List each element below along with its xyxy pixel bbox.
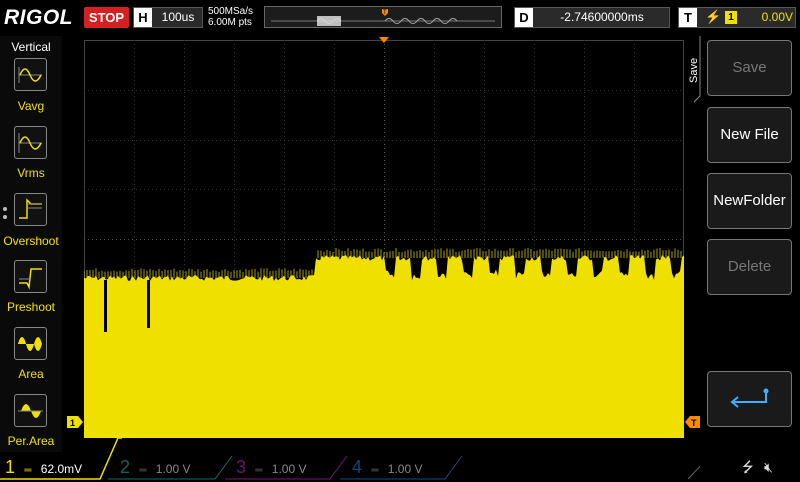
trigger-level: 0.00V [761,10,793,24]
coupling-icon: ═ [371,465,379,476]
vavg-label: Vavg [17,99,45,113]
delay-label: D [515,8,533,27]
svg-text:T: T [691,418,697,428]
trigger-label: T [679,8,697,27]
svg-text:1: 1 [70,418,75,428]
memory-depth: 6.00M pts [208,17,252,28]
overshoot-label: Overshoot [3,234,59,248]
memory-overview-waveform: T [265,7,501,27]
channel-1-scale: 62.0mV [40,462,83,476]
svg-text:T: T [383,10,387,16]
per-area-button[interactable] [14,394,47,427]
trigger-box[interactable]: T ⚡ 1 0.00V [678,7,796,28]
channel-2-number: 2 [120,457,131,477]
delay-box[interactable]: D -2.74600000ms [514,7,670,28]
channel-3-number: 3 [236,457,247,477]
sample-rate: 500MSa/s [208,6,254,17]
top-status-bar: RIGOL STOP H 100us 500MSa/s 6.00M pts T … [0,0,800,36]
channel-1-number: 1 [5,457,16,477]
preshoot-measure-icon [19,268,42,290]
channel-tabs-outline [0,438,700,480]
trigger-time-marker-icon [379,37,389,43]
period-area-measure-icon [18,404,43,418]
brand-logo: RIGOL [4,6,73,29]
menu-tab-frame [693,36,701,103]
rising-edge-icon: ⚡ [705,9,722,24]
overshoot-measure-icon [19,198,42,219]
new-file-button[interactable]: New File [707,107,792,163]
preshoot-label: Preshoot [6,300,56,314]
area-label: Area [18,367,44,381]
waveform-display[interactable] [83,40,684,438]
page-dot [3,207,7,211]
area-measure-icon [18,337,42,351]
overshoot-button[interactable] [14,193,47,226]
channel-3-scale: 1.00 V [271,462,307,476]
timebase-value: 100us [161,10,195,24]
trigger-source-channel: 1 [725,11,737,24]
channel-1-tab[interactable]: 1 ═ 62.0mV [5,456,82,478]
memory-overview-strip[interactable]: T [264,6,502,28]
new-folder-button[interactable]: NewFolder [707,173,792,229]
timebase-box[interactable]: H 100us [133,7,203,28]
coupling-icon: ═ [255,465,263,476]
waveform-grid [83,40,684,438]
measure-category-title: Vertical [11,40,51,54]
channel-4-scale: 1.00 V [387,462,423,476]
return-arrow-icon [730,388,769,408]
area-button[interactable] [14,327,47,360]
timebase-label: H [134,8,152,27]
delete-button[interactable]: Delete [707,239,792,295]
coupling-icon: ═ [24,465,32,476]
channel-3-tab[interactable]: 3 ═ 1.00 V [236,456,307,478]
vavg-button[interactable] [14,58,47,91]
vrms-measure-icon [18,133,42,153]
vavg-measure-icon [18,67,42,83]
channel-2-scale: 1.00 V [155,462,191,476]
page-dot [3,215,7,219]
save-button[interactable]: Save [707,40,792,96]
channel-4-tab[interactable]: 4 ═ 1.00 V [352,456,423,478]
preshoot-button[interactable] [14,260,47,293]
vrms-label: Vrms [17,166,45,180]
return-button[interactable] [707,371,792,427]
vrms-button[interactable] [14,126,47,159]
delay-value: -2.74600000ms [560,10,644,24]
trigger-level-marker-icon[interactable]: T [685,416,701,428]
channel-4-number: 4 [352,457,363,477]
coupling-icon: ═ [139,465,147,476]
mute-icon[interactable]: 🔇︎ [764,456,773,478]
acquisition-info: 500MSa/s 6.00M pts [208,6,253,28]
ch1-ground-marker-icon[interactable]: 1 [67,416,83,428]
channel-2-tab[interactable]: 2 ═ 1.00 V [120,456,191,478]
usb-icon: ⭍ [742,459,754,475]
run-stop-indicator[interactable]: STOP [84,7,129,28]
